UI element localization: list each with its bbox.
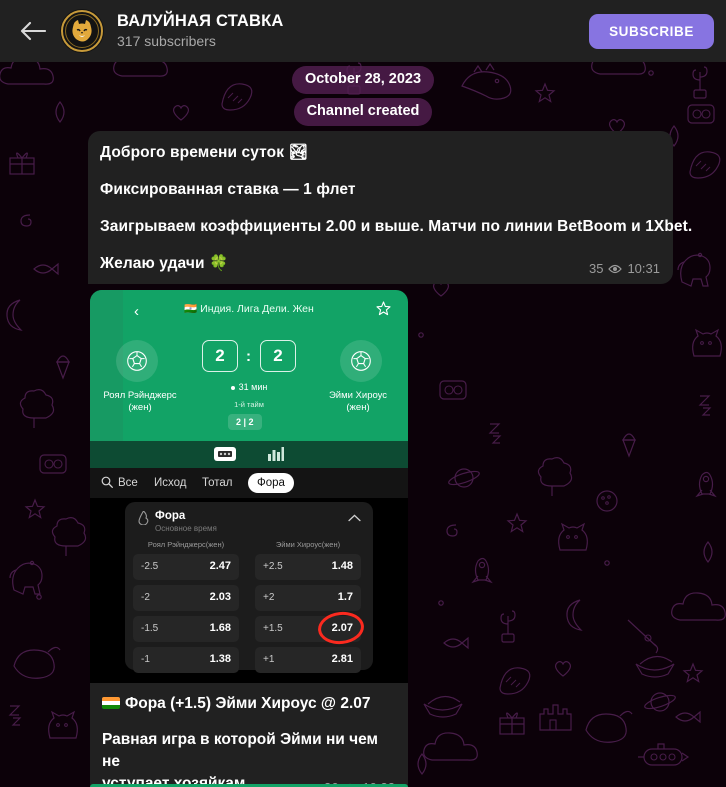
odd-value: 1.38: [209, 653, 231, 665]
tiger-emblem-icon: [72, 20, 92, 42]
message-bubble-photo[interactable]: ‹ 🇮🇳 Индия. Лига Дели. Жен Роял Рэйнджер…: [90, 290, 408, 787]
scoreboard-iconbar: [90, 441, 408, 468]
away-team-name: Эйми Хироус: [328, 390, 388, 401]
tab-handicap[interactable]: Фора: [248, 473, 294, 493]
handicap-value: -1.5: [141, 623, 159, 634]
odds-title: Фора: [155, 510, 186, 522]
chevron-up-icon: [348, 514, 361, 522]
view-count: 35: [588, 261, 604, 276]
football-icon: [351, 351, 371, 371]
home-team-logo: [116, 340, 158, 382]
channel-header: ВАЛУЙНАЯ СТАВКА 317 subscribers SUBSCRIB…: [0, 0, 726, 62]
date-separator: October 28, 2023: [0, 66, 726, 94]
photo-caption: Фора (+1.5) Эйми Хироус @ 2.07 Равная иг…: [90, 683, 408, 787]
message-line: Фиксированная ставка — 1 флет: [100, 181, 356, 198]
channel-title-block: ВАЛУЙНАЯ СТАВКА 317 subscribers: [117, 12, 284, 50]
message-line: Заигрываем коэффициенты 2.00 и выше. Мат…: [100, 218, 693, 235]
league-label: 🇮🇳 Индия. Лига Дели. Жен: [184, 303, 314, 315]
message-list: October 28, 2023 Channel created Доброго…: [0, 62, 726, 787]
odds-cell-home[interactable]: -1.5 1.68: [133, 616, 239, 642]
market-tabs: Все Исход Тотал Фора: [90, 468, 408, 498]
half-label: 1-й тайм: [234, 400, 264, 409]
tab-outcome[interactable]: Исход: [154, 473, 187, 493]
odd-value: 1.68: [209, 622, 231, 634]
handicap-value: -1: [141, 654, 150, 665]
odds-cell-away[interactable]: +2.5 1.48: [255, 554, 361, 580]
telegram-channel-screen: ВАЛУЙНАЯ СТАВКА 317 subscribers SUBSCRIB…: [0, 0, 726, 787]
caption-headline-text: Фора (+1.5) Эйми Хироус @ 2.07: [125, 695, 371, 712]
channel-created-notice[interactable]: Channel created: [0, 98, 726, 126]
odd-value: 2.47: [209, 560, 231, 572]
home-team-sub: (жен): [128, 402, 152, 413]
live-minute: 31 мин: [199, 382, 299, 393]
odds-cell-home[interactable]: -1 1.38: [133, 647, 239, 673]
home-team-name: Роял Рэйнджерс: [103, 390, 177, 401]
back-arrow-icon: [20, 21, 46, 41]
message-bubble-text[interactable]: Доброго времени суток 🏞 Фиксированная ст…: [88, 131, 693, 284]
flame-icon: [138, 511, 149, 525]
home-score: 2: [202, 340, 238, 372]
message-line: Желаю удачи 🍀: [100, 255, 229, 272]
star-outline-icon: [376, 301, 391, 316]
minute-label: 31 мин: [238, 382, 268, 392]
video-card-icon[interactable]: [214, 447, 236, 461]
subscriber-count: 317 subscribers: [117, 33, 216, 49]
statistics-bars-icon: [268, 447, 284, 461]
handicap-value: +2.5: [263, 561, 283, 572]
away-team-logo: [340, 340, 382, 382]
away-score: 2: [260, 340, 296, 372]
scoreboard-header: ‹ 🇮🇳 Индия. Лига Дели. Жен: [90, 300, 408, 324]
odd-value: 1.7: [337, 591, 353, 603]
eye-icon: [608, 264, 623, 273]
odds-subtitle: Основное время: [155, 524, 217, 533]
message-meta: 35 10:31: [589, 261, 660, 276]
half-score: 2 | 2: [228, 414, 262, 430]
odd-value: 1.48: [331, 560, 353, 572]
score-separator: :: [246, 348, 251, 365]
football-icon: [127, 351, 147, 371]
tab-all[interactable]: Все: [118, 473, 138, 493]
channel-created-label: Channel created: [293, 98, 433, 126]
timestamp: 10:31: [627, 261, 660, 276]
away-team-sub: (жен): [346, 402, 370, 413]
odds-card: Фора Основное время Роял Рэйнджерс(жен) …: [125, 502, 373, 673]
odds-cell-home[interactable]: -2.5 2.47: [133, 554, 239, 580]
attached-screenshot[interactable]: ‹ 🇮🇳 Индия. Лига Дели. Жен Роял Рэйнджер…: [90, 290, 408, 683]
odds-cell-away[interactable]: +1 2.81: [255, 647, 361, 673]
odd-value: 2.03: [209, 591, 231, 603]
handicap-value: -2.5: [141, 561, 159, 572]
live-dot-icon: [230, 385, 235, 390]
handicap-value: -2: [141, 592, 150, 603]
avatar[interactable]: [60, 9, 104, 53]
date-label: October 28, 2023: [291, 66, 435, 94]
odds-cell-away[interactable]: +2 1.7: [255, 585, 361, 611]
scoreboard-panel: ‹ 🇮🇳 Индия. Лига Дели. Жен Роял Рэйнджер…: [90, 290, 408, 441]
search-icon: [101, 476, 113, 488]
odd-value: 2.81: [331, 653, 353, 665]
message-line: Доброго времени суток 🏞: [100, 144, 309, 161]
caption-body-line: Равная игра в которой Эйми ни чем не: [102, 731, 379, 770]
odds-cell-home[interactable]: -2 2.03: [133, 585, 239, 611]
india-flag-icon: [102, 697, 120, 709]
handicap-value: +1.5: [263, 623, 283, 634]
odds-column-home: Роял Рэйнджерс(жен): [147, 540, 225, 549]
video-card-glyph: [218, 451, 232, 457]
page-title: ВАЛУЙНАЯ СТАВКА: [117, 12, 284, 30]
odds-column-away: Эйми Хироус(жен): [275, 540, 341, 549]
subscribe-button[interactable]: SUBSCRIBE: [589, 14, 714, 49]
caption-headline: Фора (+1.5) Эйми Хироус @ 2.07: [102, 693, 395, 715]
handicap-value: +1: [263, 654, 275, 665]
tab-total[interactable]: Тотал: [202, 473, 233, 493]
handicap-value: +2: [263, 592, 275, 603]
back-button[interactable]: [10, 8, 56, 54]
